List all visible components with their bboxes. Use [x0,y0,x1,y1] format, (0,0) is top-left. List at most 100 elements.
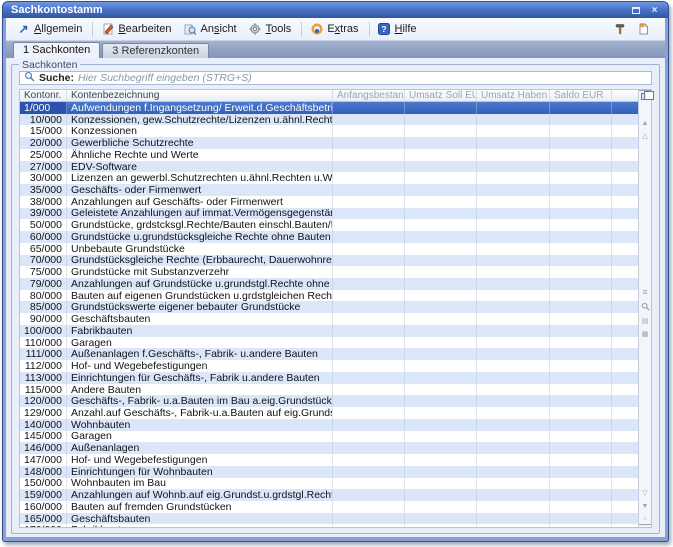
table-row[interactable]: 110/000 Garagen [20,337,638,349]
table-row[interactable]: 38/000 Anzahlungen auf Geschäfts- oder F… [20,196,638,208]
table-row[interactable]: 146/000 Außenanlagen [20,442,638,454]
cell-filler [612,137,638,149]
cell-filler [612,431,638,443]
cell-umsatz-soll [405,172,477,184]
cell-umsatz-soll [405,325,477,337]
table-row[interactable]: 60/000 Grundstücke u.grundstücksgleiche … [20,231,638,243]
cell-filler [612,184,638,196]
table-row[interactable]: 85/000 Grundstückswerte eigener bebauter… [20,301,638,313]
tab-sachkonten[interactable]: 1 Sachkonten [13,42,100,58]
table-row[interactable]: 140/000 Wohnbauten [20,419,638,431]
table-row[interactable]: 147/000 Hof- und Wegebefestigungen [20,454,638,466]
rail-search-icon[interactable] [639,300,651,312]
table-row[interactable]: 30/000 Lizenzen an gewerbl.Schutzrechten… [20,172,638,184]
cell-filler [612,478,638,490]
table-row[interactable]: 159/000 Anzahlungen auf Wohnb.auf eig.Gr… [20,489,638,501]
table-row[interactable]: 100/000 Fabrikbauten [20,325,638,337]
table-row[interactable]: 90/000 Geschäftsbauten [20,313,638,325]
table-row[interactable]: 148/000 Einrichtungen für Wohnbauten [20,466,638,478]
table-row[interactable]: 112/000 Hof- und Wegebefestigungen [20,360,638,372]
cell-anfangsbestand [333,313,405,325]
search-bar[interactable]: Suche: [19,71,652,85]
table-row[interactable]: 165/000 Geschäftsbauten [20,513,638,525]
cell-kontenbezeichnung: Hof- und Wegebefestigungen [67,360,333,372]
cell-kontenbezeichnung: Gewerbliche Schutzrechte [67,137,333,149]
search-input[interactable] [78,72,647,84]
table-row[interactable]: 150/000 Wohnbauten im Bau [20,478,638,490]
table-row[interactable]: 25/000 Ähnliche Rechte und Werte [20,149,638,161]
table-row[interactable]: 65/000 Unbebaute Grundstücke [20,243,638,255]
menu-hilfe[interactable]: ? Hilfe [373,21,424,38]
table-row[interactable]: 79/000 Anzahlungen auf Grundstücke u.gru… [20,278,638,290]
scroll-to-bottom-icon[interactable]: ↓ [639,513,651,525]
table-row[interactable]: 15/000 Konzessionen [20,125,638,137]
page-up-icon[interactable]: ▲ [639,117,651,129]
tab-referenzkonten[interactable]: 3 Referenzkonten [102,43,209,58]
cell-saldo [550,442,612,454]
table-row[interactable]: 20/000 Gewerbliche Schutzrechte [20,137,638,149]
cell-anfangsbestand [333,290,405,302]
cell-kontonr: 25/000 [20,149,67,161]
step-down-icon[interactable]: ▽ [639,487,651,499]
table-row[interactable]: 50/000 Grundstücke, grdstcksgl.Rechte/Ba… [20,219,638,231]
scroll-to-top-icon[interactable]: ↑ [639,90,651,102]
cell-saldo [550,407,612,419]
cell-filler [612,172,638,184]
cell-kontonr: 129/000 [20,407,67,419]
column-header-kontonr[interactable]: Kontonr. ▼ [20,90,67,101]
cell-filler [612,290,638,302]
hammer-icon[interactable] [613,23,626,36]
cell-filler [612,395,638,407]
table-row[interactable]: 1/000 Aufwendungen f.Ingangsetzung/ Erwe… [20,102,638,114]
cell-kontonr: 115/000 [20,384,67,396]
new-document-icon[interactable]: ✱ [636,23,649,36]
table-row[interactable]: 10/000 Konzessionen, gew.Schutzrechte/Li… [20,114,638,126]
cell-filler [612,513,638,525]
table-row[interactable]: 39/000 Geleistete Anzahlungen auf immat.… [20,208,638,220]
table-row[interactable]: 75/000 Grundstücke mit Substanzverzehr [20,266,638,278]
table-row[interactable]: 129/000 Anzahl.auf Geschäfts-, Fabrik-u.… [20,407,638,419]
sachkonten-groupbox: Sachkonten Suche: Kontonr. ▼ Ko [11,64,660,534]
table-row[interactable]: 27/000 EDV-Software [20,161,638,173]
cell-kontenbezeichnung: Bauten auf fremden Grundstücken [67,501,333,513]
menu-tools[interactable]: Tools [244,21,299,38]
menu-bearbeiten[interactable]: Bearbeiten [96,21,178,38]
grid-view-icon[interactable]: ▦ [639,328,651,340]
table-row[interactable]: 115/000 Andere Bauten [20,384,638,396]
step-up-icon[interactable]: △ [639,130,651,142]
cell-filler [612,501,638,513]
close-button[interactable]: × [647,4,662,16]
table-row[interactable]: 113/000 Einrichtungen für Geschäfts-, Fa… [20,372,638,384]
cell-umsatz-haben [477,360,550,372]
table-row[interactable]: 145/000 Garagen [20,431,638,443]
cell-kontenbezeichnung: Fabrikbauten [67,524,333,527]
cell-saldo [550,384,612,396]
column-header-kontenbezeichnung[interactable]: Kontenbezeichnung [67,90,333,101]
column-header-umsatz-haben[interactable]: Umsatz Haben EUR [477,90,550,101]
title-bar[interactable]: Sachkontostamm × [3,2,668,18]
cell-anfangsbestand [333,478,405,490]
table-row[interactable]: 160/000 Bauten auf fremden Grundstücken [20,501,638,513]
cell-umsatz-soll [405,255,477,267]
maximize-restore-button[interactable] [628,4,643,16]
menu-ansicht[interactable]: Ansicht [179,21,244,38]
table-row[interactable]: 80/000 Bauten auf eigenen Grundstücken u… [20,290,638,302]
column-header-anfangsbestand[interactable]: Anfangsbestand EUR [333,90,405,101]
page-down-icon[interactable]: ▼ [639,500,651,512]
table-row[interactable]: 70/000 Grundstücksgleiche Rechte (Erbbau… [20,255,638,267]
table-row[interactable]: 35/000 Geschäfts- oder Firmenwert [20,184,638,196]
table-row[interactable]: 170/000 Fabrikbauten [20,524,638,527]
list-view-icon[interactable]: ≡ [639,286,651,298]
column-header-umsatz-soll[interactable]: Umsatz Soll EUR [405,90,477,101]
cell-kontonr: 140/000 [20,419,67,431]
menu-extras[interactable]: Extras [305,21,365,38]
column-header-saldo[interactable]: Saldo EUR [550,90,612,101]
cell-kontonr: 159/000 [20,489,67,501]
cell-kontonr: 146/000 [20,442,67,454]
table-row[interactable]: 111/000 Außenanlagen f.Geschäfts-, Fabri… [20,348,638,360]
cell-anfangsbestand [333,407,405,419]
menu-allgemein[interactable]: ↗ Allgemein [12,21,89,38]
card-view-icon[interactable]: ▤ [639,315,651,327]
table-row[interactable]: 120/000 Geschäfts-, Fabrik- u.a.Bauten i… [20,395,638,407]
svg-text:✱: ✱ [639,23,644,30]
